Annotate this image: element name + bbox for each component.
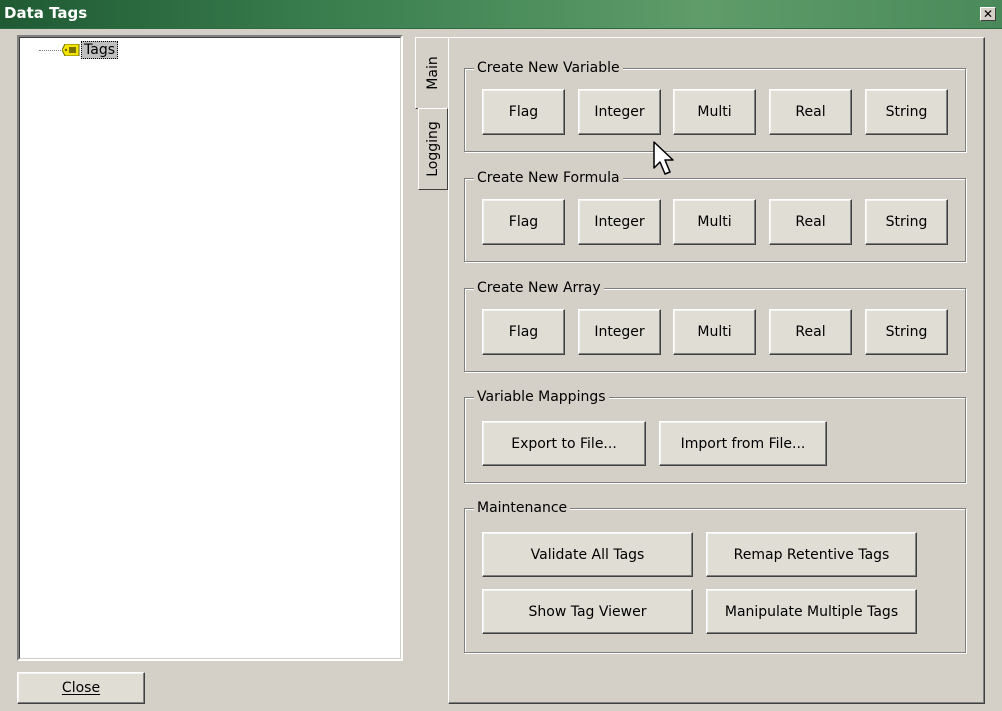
variable-string-button[interactable]: String [865, 89, 948, 135]
variable-real-button[interactable]: Real [769, 89, 852, 135]
mouse-pointer-icon [653, 141, 674, 175]
variable-multi-button[interactable]: Multi [673, 89, 756, 135]
tab-main-label: Main [424, 56, 441, 90]
close-button-label: Close [61, 680, 101, 696]
array-real-button[interactable]: Real [769, 309, 852, 355]
create-array-title: Create New Array [474, 279, 604, 297]
tag-icon [62, 44, 80, 56]
window-title: Data Tags [4, 4, 88, 22]
variable-integer-button[interactable]: Integer [578, 89, 661, 135]
variable-flag-button[interactable]: Flag [482, 89, 565, 135]
formula-multi-button[interactable]: Multi [673, 199, 756, 245]
array-flag-button[interactable]: Flag [482, 309, 565, 355]
formula-flag-button[interactable]: Flag [482, 199, 565, 245]
tab-logging[interactable]: Logging [418, 108, 448, 190]
tab-logging-label: Logging [425, 121, 441, 177]
tab-main[interactable]: Main [415, 37, 449, 109]
create-variable-title: Create New Variable [474, 59, 623, 77]
maintenance-title: Maintenance [474, 499, 571, 517]
tree-view-inner: Tags [19, 37, 401, 659]
formula-real-button[interactable]: Real [769, 199, 852, 245]
window-close-button[interactable]: ✕ [980, 7, 996, 21]
show-tag-viewer-button[interactable]: Show Tag Viewer [482, 589, 693, 634]
import-from-file-button[interactable]: Import from File... [659, 421, 827, 466]
variable-mappings-title: Variable Mappings [474, 388, 609, 406]
title-bar[interactable]: Data Tags ✕ [0, 0, 1002, 29]
array-multi-button[interactable]: Multi [673, 309, 756, 355]
export-to-file-button[interactable]: Export to File... [482, 421, 646, 466]
tags-tree-view[interactable]: Tags [17, 35, 403, 661]
array-string-button[interactable]: String [865, 309, 948, 355]
manipulate-multiple-tags-button[interactable]: Manipulate Multiple Tags [706, 589, 917, 634]
tree-connector-line [39, 50, 61, 51]
data-tags-window: Data Tags ✕ Tags Close Main Logging Crea… [0, 0, 1002, 711]
array-integer-button[interactable]: Integer [578, 309, 661, 355]
formula-string-button[interactable]: String [865, 199, 948, 245]
tree-item-tags[interactable]: Tags [81, 41, 118, 59]
remap-retentive-tags-button[interactable]: Remap Retentive Tags [706, 532, 917, 577]
close-icon: ✕ [982, 7, 994, 21]
create-formula-title: Create New Formula [474, 169, 623, 187]
validate-all-tags-button[interactable]: Validate All Tags [482, 532, 693, 577]
formula-integer-button[interactable]: Integer [578, 199, 661, 245]
close-button[interactable]: Close [17, 672, 145, 704]
